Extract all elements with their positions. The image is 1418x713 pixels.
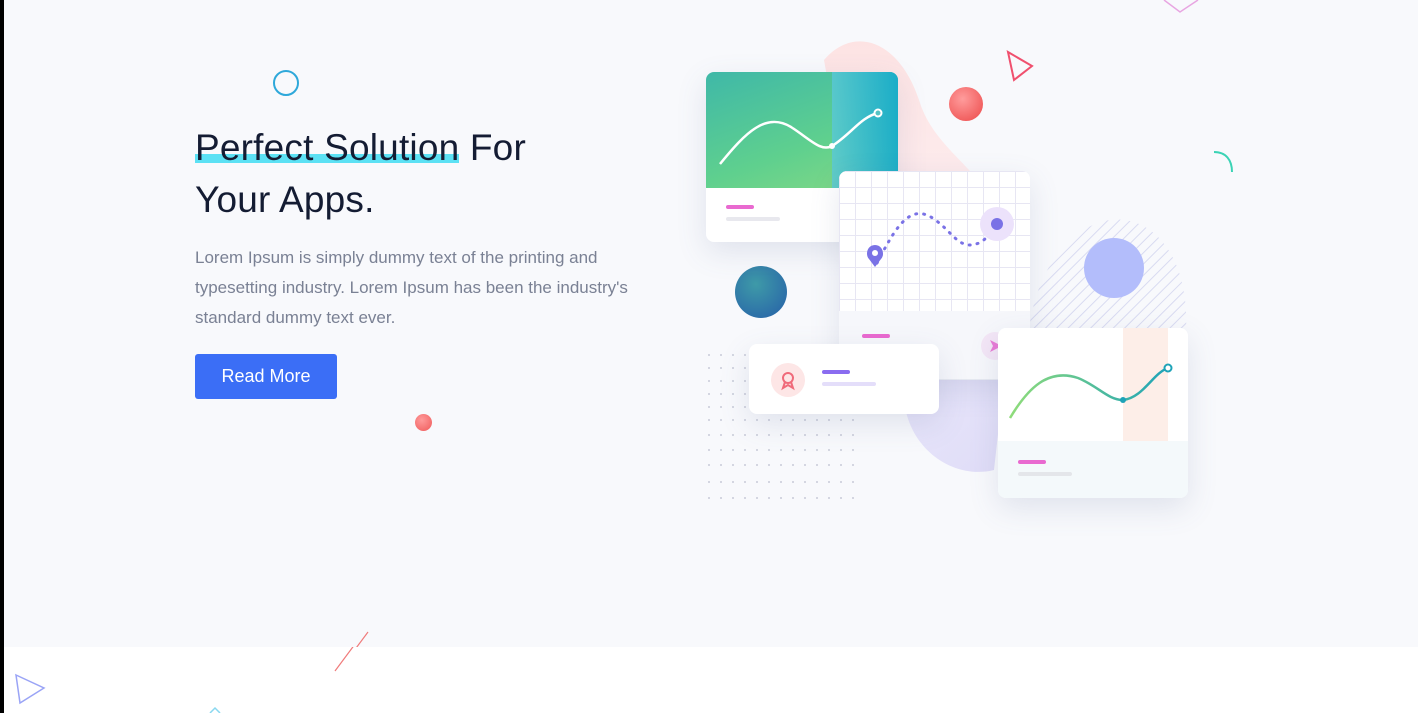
chart-card-footer (998, 441, 1188, 498)
map-pin-icon (867, 245, 883, 267)
hero-title: Perfect Solution For Your Apps. (195, 122, 655, 226)
card-text-bar (1018, 472, 1072, 476)
teal-ball-decoration (735, 266, 787, 318)
lower-decor (15, 647, 354, 713)
triangle-decoration (1006, 49, 1034, 82)
line-decoration (356, 631, 369, 647)
award-icon (781, 372, 795, 391)
line-decoration (334, 647, 354, 672)
hero-illustration (694, 0, 1254, 560)
next-section (4, 647, 1418, 713)
card-label-bar (822, 370, 850, 374)
hero-description: Lorem Ipsum is simply dummy text of the … (195, 248, 628, 327)
card-label-bar (726, 205, 754, 209)
title-line1-rest: For (459, 127, 526, 168)
card-label-bar (862, 334, 890, 338)
title-highlight: Perfect Solution (195, 127, 460, 168)
read-more-button[interactable]: Read More (195, 354, 337, 399)
title-line2: Your Apps. (195, 179, 375, 220)
card-text-bar (822, 382, 876, 386)
red-ball-decoration (949, 87, 983, 121)
chart-card-secondary (998, 328, 1188, 498)
hero-section: Perfect Solution For Your Apps. Lorem Ips… (4, 0, 1418, 647)
ring-decoration (273, 70, 299, 96)
mini-card (749, 344, 939, 414)
award-badge (771, 363, 805, 397)
map-route (867, 207, 1014, 267)
chevron-decoration (209, 706, 221, 713)
line-chart-icon (1008, 363, 1173, 419)
red-dot-decoration (415, 414, 432, 431)
card-label-bar (1018, 460, 1046, 464)
card-text-bar (726, 217, 780, 221)
blue-ball-decoration (1084, 238, 1144, 298)
triangle-decoration (15, 673, 46, 705)
